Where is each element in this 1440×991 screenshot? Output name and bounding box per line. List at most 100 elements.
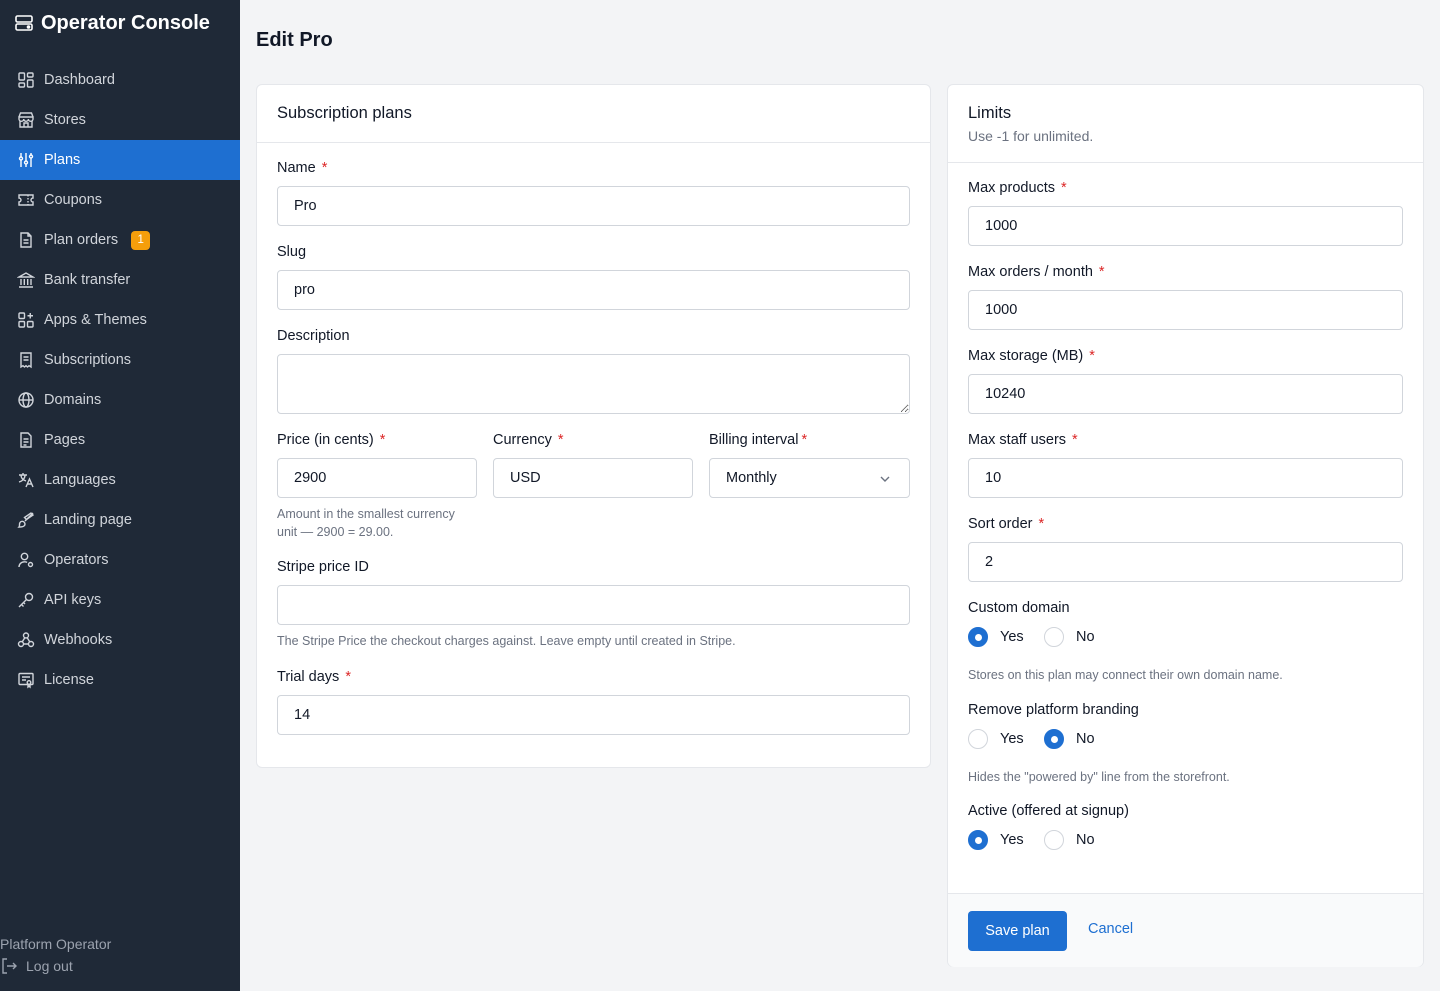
sidebar-item-label: Plan orders (44, 232, 119, 248)
price-input[interactable] (277, 458, 477, 498)
radio-yes[interactable] (968, 830, 988, 850)
billing-interval-label: Billing interval * (709, 432, 808, 448)
sidebar-item-plans[interactable]: Plans (0, 140, 240, 180)
remove-branding-yes[interactable]: Yes (968, 728, 1024, 750)
sidebar-item-label: Pages (44, 432, 86, 448)
remove-branding-no[interactable]: No (1044, 728, 1095, 750)
sidebar-item-stores[interactable]: Stores (0, 100, 240, 140)
sidebar-item-coupons[interactable]: Coupons (0, 180, 240, 220)
user-gear-icon (18, 552, 34, 568)
radio-no[interactable] (1044, 830, 1064, 850)
name-input[interactable] (277, 186, 910, 226)
active-yes[interactable]: Yes (968, 829, 1024, 851)
required-marker: * (379, 432, 386, 448)
sliders-icon (18, 153, 34, 167)
active-label: Active (offered at signup) (968, 803, 1129, 819)
sidebar-item-label: Languages (44, 472, 116, 488)
logout-icon (2, 958, 17, 974)
custom-domain-help: Stores on this plan may connect their ow… (968, 668, 1283, 682)
sidebar-item-label: Operators (44, 552, 109, 568)
slug-input[interactable] (277, 270, 910, 310)
sidebar-nav: Dashboard Stores Plans Coupons Plan orde… (0, 60, 240, 700)
card-title: Limits (968, 104, 1012, 122)
radio-yes[interactable] (968, 729, 988, 749)
sidebar-footer: Platform Operator Log out (0, 936, 111, 976)
remove-branding-label: Remove platform branding (968, 702, 1139, 718)
radio-no-label[interactable]: No (1076, 832, 1095, 848)
brand[interactable]: Operator Console (14, 10, 210, 36)
sidebar-item-label: Coupons (44, 192, 103, 208)
sidebar-item-subscriptions[interactable]: Subscriptions (0, 340, 240, 380)
required-marker: * (1072, 432, 1078, 448)
sidebar-item-label: API keys (44, 592, 102, 608)
max-staff-input[interactable] (968, 458, 1403, 498)
trial-days-input[interactable] (277, 695, 910, 735)
radio-yes-label[interactable]: Yes (1000, 629, 1024, 645)
webhook-icon (17, 632, 35, 648)
sidebar-item-operators[interactable]: Operators (0, 540, 240, 580)
trial-days-label: Trial days * (277, 669, 351, 685)
radio-no-label[interactable]: No (1076, 731, 1095, 747)
max-storage-input[interactable] (968, 374, 1403, 414)
card-header: Subscription plans (257, 85, 930, 143)
max-storage-label: Max storage (MB) * (968, 348, 1095, 364)
sidebar-item-bank-transfer[interactable]: Bank transfer (0, 260, 240, 300)
stripe-price-label: Stripe price ID (277, 559, 369, 575)
radio-no[interactable] (1044, 729, 1064, 749)
description-label: Description (277, 328, 350, 344)
required-marker: * (557, 432, 564, 448)
radio-yes[interactable] (968, 627, 988, 647)
price-label: Price (in cents) * (277, 432, 386, 448)
sidebar-item-api-keys[interactable]: API keys (0, 580, 240, 620)
receipt-icon (20, 352, 32, 369)
sidebar-item-domains[interactable]: Domains (0, 380, 240, 420)
ticket-icon (18, 194, 34, 206)
currency-input[interactable] (493, 458, 693, 498)
radio-yes-label[interactable]: Yes (1000, 731, 1024, 747)
radio-no[interactable] (1044, 627, 1064, 647)
card-title: Subscription plans (277, 104, 412, 122)
billing-interval-value: Monthly (726, 470, 777, 486)
sidebar-item-license[interactable]: License (0, 660, 240, 700)
required-marker: * (1098, 264, 1105, 280)
cancel-link[interactable]: Cancel (1088, 921, 1133, 937)
save-plan-button[interactable]: Save plan (968, 911, 1067, 951)
max-products-input[interactable] (968, 206, 1403, 246)
required-marker: * (345, 669, 351, 685)
custom-domain-no[interactable]: No (1044, 626, 1095, 648)
required-marker: * (1038, 516, 1045, 532)
description-textarea[interactable] (277, 354, 910, 414)
billing-interval-select[interactable]: Monthly (709, 458, 910, 498)
sidebar-item-label: Stores (44, 112, 86, 128)
card-subtitle: Use -1 for unlimited. (968, 128, 1094, 144)
dashboard-icon (18, 72, 34, 88)
sidebar-item-label: Bank transfer (44, 272, 131, 288)
required-marker: * (801, 432, 808, 448)
sidebar-item-apps-themes[interactable]: Apps & Themes (0, 300, 240, 340)
page-icon (20, 432, 32, 448)
sidebar-item-languages[interactable]: Languages (0, 460, 240, 500)
required-marker: * (321, 160, 328, 176)
max-orders-input[interactable] (968, 290, 1403, 330)
sidebar-item-pages[interactable]: Pages (0, 420, 240, 460)
radio-yes-label[interactable]: Yes (1000, 832, 1024, 848)
sidebar-item-label: Domains (44, 392, 102, 408)
store-icon (18, 112, 34, 128)
sidebar-item-webhooks[interactable]: Webhooks (0, 620, 240, 660)
active-no[interactable]: No (1044, 829, 1095, 851)
max-products-label: Max products * (968, 180, 1067, 196)
sort-order-input[interactable] (968, 542, 1403, 582)
sort-order-label: Sort order * (968, 516, 1045, 532)
console-logo-icon (15, 15, 33, 31)
logout-link[interactable]: Log out (0, 956, 111, 976)
limits-card: Limits Use -1 for unlimited. Max product… (947, 84, 1424, 967)
custom-domain-yes[interactable]: Yes (968, 626, 1024, 648)
sidebar-item-dashboard[interactable]: Dashboard (0, 60, 240, 100)
currency-label: Currency * (493, 432, 564, 448)
sidebar: Operator Console Dashboard Stores Plans … (0, 0, 240, 991)
sidebar-item-landing-page[interactable]: Landing page (0, 500, 240, 540)
subscription-plan-card: Subscription plans Name* Slug Descriptio… (256, 84, 931, 768)
radio-no-label[interactable]: No (1076, 629, 1095, 645)
stripe-price-input[interactable] (277, 585, 910, 625)
sidebar-item-plan-orders[interactable]: Plan orders 1 (0, 220, 240, 260)
